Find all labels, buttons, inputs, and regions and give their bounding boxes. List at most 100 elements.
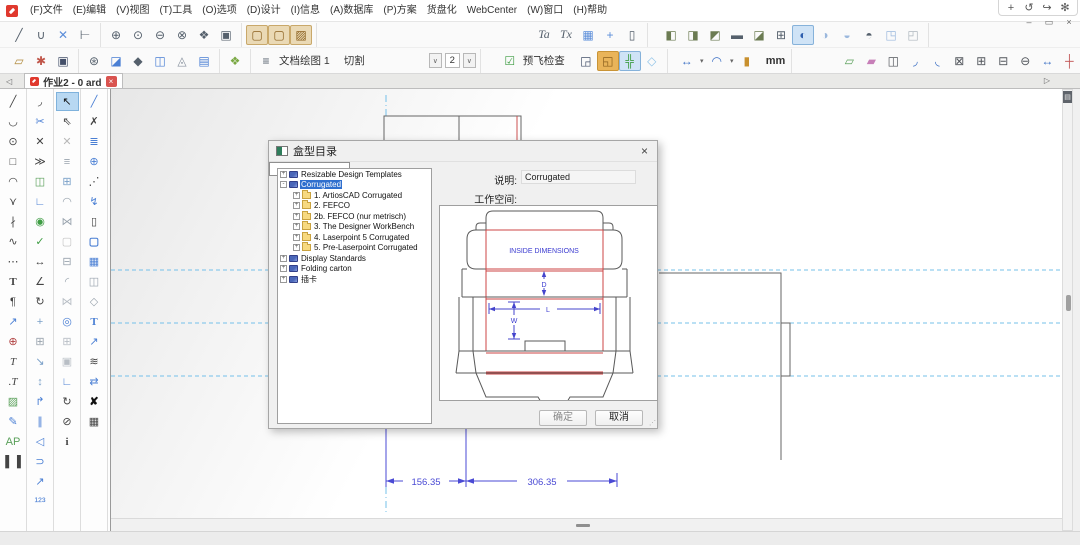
tab-close-button[interactable]: ×	[106, 76, 117, 87]
dashed-circle-tool-icon[interactable]: ⊕	[83, 152, 106, 171]
fill-apply-icon[interactable]: ◓	[858, 25, 880, 45]
grid-display-icon[interactable]: ▦	[577, 25, 599, 45]
fill-rotate-icon[interactable]: ◒	[836, 25, 858, 45]
resize-tool-icon[interactable]: ↘	[29, 352, 52, 371]
small-text-tool-icon[interactable]: .T	[2, 372, 25, 391]
scale-value[interactable]: 2	[445, 53, 460, 68]
duplicate-tool-icon[interactable]: ⊞	[56, 332, 79, 351]
check-tool-icon[interactable]: ✓	[29, 232, 52, 251]
menu-item[interactable]: WebCenter	[462, 0, 522, 22]
fill-flip-icon[interactable]: ◐	[792, 25, 814, 45]
panel-outline-tool-icon[interactable]: ▢	[83, 232, 106, 251]
info-tool-icon[interactable]: i	[56, 432, 79, 451]
menu-item[interactable]: (V)视图	[111, 0, 154, 22]
menu-item[interactable]: (T)工具	[154, 0, 197, 22]
tree-item[interactable]: +2b. FEFCO (nur metrisch)	[278, 211, 431, 222]
italic-text-tool-icon[interactable]: T	[2, 352, 25, 371]
copy-move-tool-icon[interactable]: ⊞	[29, 332, 52, 351]
move-tool-icon[interactable]: +	[29, 312, 52, 331]
standards-tree[interactable]: +Resizable Design Templates-Corrugated+1…	[277, 168, 432, 424]
arc-tool-icon[interactable]: ∪	[30, 25, 52, 45]
counter-dark-icon[interactable]: ◲	[575, 51, 597, 71]
mirror-copy-tool-icon[interactable]: ⋈	[56, 292, 79, 311]
new-sheet-icon[interactable]: ▯	[621, 25, 643, 45]
tree-item[interactable]: +Folding carton	[278, 264, 431, 275]
fillet-tool-icon[interactable]: ◞	[29, 92, 52, 111]
horizontal-scrollbar-thumb[interactable]	[576, 524, 590, 527]
paragraph-text-icon[interactable]: Tx	[555, 25, 577, 45]
nudge-tool-icon[interactable]: ↕	[29, 372, 52, 391]
menu-item[interactable]: (P)方案	[378, 0, 421, 22]
layer-name[interactable]: 文档绘图 1	[277, 53, 332, 68]
point-tool-icon[interactable]: ◉	[29, 212, 52, 231]
horizontal-scrollbar[interactable]	[111, 518, 1063, 531]
cut-tool-icon[interactable]: ✂	[29, 112, 52, 131]
rectangle-tool-icon[interactable]: □	[2, 152, 25, 171]
zoom-out-icon[interactable]: ⊖	[149, 25, 171, 45]
axis-snap-icon[interactable]: ⊢	[74, 25, 96, 45]
restore-window-icon[interactable]: ▭	[1044, 17, 1054, 28]
tree-item[interactable]: +Resizable Design Templates	[278, 169, 431, 180]
overlap-ungroup-icon[interactable]: ◰	[902, 25, 924, 45]
construction-cross-icon[interactable]: ✕	[52, 25, 74, 45]
line-tool-icon[interactable]: ╱	[8, 25, 30, 45]
layers-icon[interactable]: ≡	[255, 51, 277, 71]
measure-tool-icon[interactable]: ↔	[29, 252, 52, 271]
counter-orange-icon[interactable]: ◱	[597, 51, 619, 71]
cross-break-icon[interactable]: ┼	[1058, 51, 1080, 71]
minimize-window-icon[interactable]: –	[1024, 17, 1034, 28]
customize-icon[interactable]: ✻	[1057, 1, 1073, 15]
paragraph-text-tool-icon[interactable]: ¶	[2, 292, 25, 311]
offset-line-tool-icon[interactable]: ∤	[2, 212, 25, 231]
ok-button[interactable]: 确定	[539, 410, 587, 426]
menu-item[interactable]: (I)信息	[286, 0, 325, 22]
overlap-group-icon[interactable]: ◳	[880, 25, 902, 45]
standards-catalog-icon[interactable]: ❖	[224, 51, 246, 71]
scale-drop-right[interactable]: ∨	[463, 53, 476, 68]
handoff-3d-icon[interactable]: ◬	[171, 51, 193, 71]
nick-extend-icon[interactable]: ↔	[1036, 51, 1058, 71]
arc-angle-tool-icon[interactable]: ◜	[56, 272, 79, 291]
expand-icon[interactable]: +	[293, 244, 300, 251]
mirror-tool-icon[interactable]: ⋈	[56, 212, 79, 231]
dialog-title-bar[interactable]: 盒型目录 ×	[269, 141, 657, 162]
mill-area-icon[interactable]: ◫	[882, 51, 904, 71]
redo-icon[interactable]: ↪	[1039, 1, 1055, 15]
line-dimension-tool-icon[interactable]: ↗	[29, 472, 52, 491]
image-move-icon[interactable]: ◪	[748, 25, 770, 45]
plot-grid-icon[interactable]: ╬	[619, 51, 641, 71]
wave-rule-tool-icon[interactable]: ≋	[83, 352, 106, 371]
menu-item[interactable]: 货盘化	[422, 0, 462, 22]
copy-add-tool-icon[interactable]: ⊞	[56, 172, 79, 191]
register-mark-icon[interactable]: ⊞	[770, 25, 792, 45]
tree-item[interactable]: +1. ArtiosCAD Corrugated	[278, 190, 431, 201]
zoom-window-icon[interactable]: ⊗	[171, 25, 193, 45]
rotate-tool-icon[interactable]: ↻	[29, 292, 52, 311]
menu-item[interactable]: (D)设计	[242, 0, 286, 22]
dialog-resize-grip[interactable]: ⋰	[649, 419, 656, 427]
angle-tool-icon[interactable]: ∠	[29, 272, 52, 291]
arc-tool-icon[interactable]: ◠	[2, 172, 25, 191]
vertical-scrollbar-thumb[interactable]	[1066, 295, 1071, 311]
expand-icon[interactable]: +	[293, 202, 300, 209]
cylinder-3d-tool-icon[interactable]: ◎	[56, 312, 79, 331]
radius-dimension-tool-icon[interactable]: ⊃	[29, 452, 52, 471]
arc-end-tool-icon[interactable]: ◡	[2, 112, 25, 131]
pan-icon[interactable]: ❖	[193, 25, 215, 45]
page-tool-icon[interactable]: ▯	[83, 212, 106, 231]
cross-delete-tool-icon[interactable]: ✗	[83, 112, 106, 131]
box-3d-tool-icon[interactable]: ◇	[83, 292, 106, 311]
ink-bucket-icon[interactable]: ▮	[736, 51, 758, 71]
bridge-split-icon[interactable]: ⊟	[992, 51, 1014, 71]
blank-size-a-icon[interactable]: ▢	[246, 25, 268, 45]
tree-item[interactable]: -Corrugated	[278, 180, 431, 191]
barcode-tool-icon[interactable]: ▌▐	[2, 452, 25, 471]
panel-swap-tool-icon[interactable]: ◫	[83, 272, 106, 291]
hook-tool-icon[interactable]: ↯	[83, 192, 106, 211]
image-export-icon[interactable]: ◨	[682, 25, 704, 45]
arrowhead-tool-icon[interactable]: ≫	[29, 152, 52, 171]
menu-item[interactable]: (E)编辑	[68, 0, 111, 22]
expand-icon[interactable]: +	[293, 223, 300, 230]
delete-circle-tool-icon[interactable]: ⊘	[56, 412, 79, 431]
construction-line-tool-icon[interactable]: ⋯	[2, 252, 25, 271]
